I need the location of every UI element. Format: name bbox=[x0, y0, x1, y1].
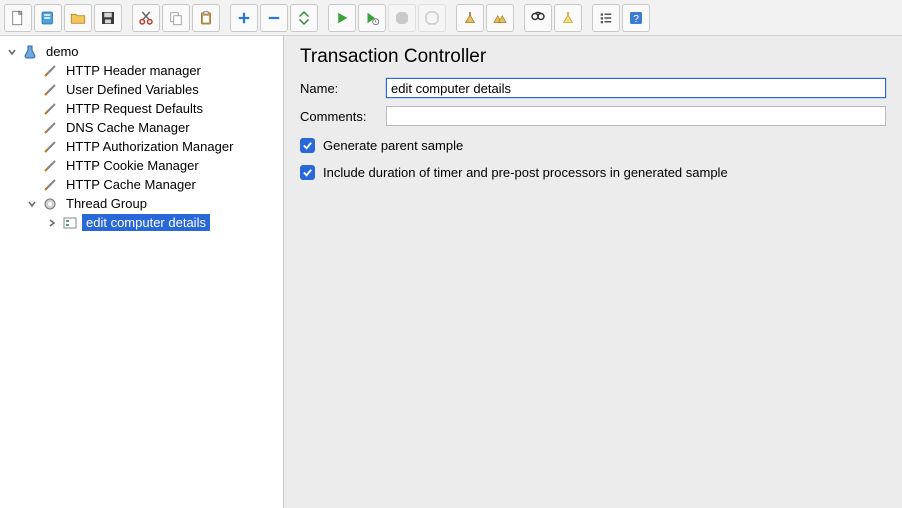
comments-input[interactable] bbox=[386, 106, 886, 126]
toolbar: ? bbox=[0, 0, 902, 36]
comments-label: Comments: bbox=[300, 109, 378, 124]
tree-label: HTTP Cache Manager bbox=[62, 176, 200, 193]
svg-text:?: ? bbox=[633, 12, 639, 24]
tree-item-test-plan[interactable]: demo bbox=[4, 42, 279, 61]
add-button[interactable] bbox=[230, 4, 258, 32]
test-plan-tree[interactable]: demo HTTP Header manager User Defined Va… bbox=[4, 42, 279, 232]
tree-label: DNS Cache Manager bbox=[62, 119, 194, 136]
help-button[interactable]: ? bbox=[622, 4, 650, 32]
wrench-icon bbox=[42, 101, 58, 117]
tree-label: HTTP Authorization Manager bbox=[62, 138, 237, 155]
name-label: Name: bbox=[300, 81, 378, 96]
stop-button[interactable] bbox=[388, 4, 416, 32]
tree-item-config[interactable]: HTTP Header manager bbox=[4, 61, 279, 80]
templates-button[interactable] bbox=[34, 4, 62, 32]
wrench-icon bbox=[42, 120, 58, 136]
panel-title: Transaction Controller bbox=[284, 36, 902, 76]
tree-item-config[interactable]: HTTP Cookie Manager bbox=[4, 156, 279, 175]
tree-label: demo bbox=[42, 43, 83, 60]
search-button[interactable] bbox=[524, 4, 552, 32]
chevron-right-icon[interactable] bbox=[46, 217, 58, 229]
start-button[interactable] bbox=[328, 4, 356, 32]
chevron-down-icon[interactable] bbox=[6, 46, 18, 58]
shutdown-button[interactable] bbox=[418, 4, 446, 32]
wrench-icon bbox=[42, 139, 58, 155]
flask-icon bbox=[22, 44, 38, 60]
start-no-pause-button[interactable] bbox=[358, 4, 386, 32]
save-file-button[interactable] bbox=[94, 4, 122, 32]
tree-item-config[interactable]: HTTP Request Defaults bbox=[4, 99, 279, 118]
tree-item-transaction-controller[interactable]: edit computer details bbox=[4, 213, 279, 232]
tree-item-config[interactable]: User Defined Variables bbox=[4, 80, 279, 99]
chevron-down-icon[interactable] bbox=[26, 198, 38, 210]
clear-all-button[interactable] bbox=[486, 4, 514, 32]
detail-panel: Transaction Controller Name: Comments: G… bbox=[284, 36, 902, 508]
wrench-icon bbox=[42, 158, 58, 174]
open-file-button[interactable] bbox=[64, 4, 92, 32]
wrench-icon bbox=[42, 63, 58, 79]
checkbox-label: Include duration of timer and pre-post p… bbox=[323, 165, 728, 180]
name-row: Name: bbox=[284, 76, 902, 104]
controller-icon bbox=[62, 215, 78, 231]
checkbox-checked-icon[interactable] bbox=[300, 165, 315, 180]
clear-button[interactable] bbox=[456, 4, 484, 32]
gear-icon bbox=[42, 196, 58, 212]
generate-parent-checkbox-row[interactable]: Generate parent sample bbox=[284, 132, 902, 159]
tree-label: HTTP Request Defaults bbox=[62, 100, 207, 117]
wrench-icon bbox=[42, 82, 58, 98]
tree-item-config[interactable]: DNS Cache Manager bbox=[4, 118, 279, 137]
function-helper-button[interactable] bbox=[592, 4, 620, 32]
checkbox-checked-icon[interactable] bbox=[300, 138, 315, 153]
tree-item-thread-group[interactable]: Thread Group bbox=[4, 194, 279, 213]
cut-button[interactable] bbox=[132, 4, 160, 32]
expand-collapse-button[interactable] bbox=[290, 4, 318, 32]
wrench-icon bbox=[42, 177, 58, 193]
tree-panel: demo HTTP Header manager User Defined Va… bbox=[0, 36, 284, 508]
tree-label: edit computer details bbox=[82, 214, 210, 231]
tree-item-config[interactable]: HTTP Cache Manager bbox=[4, 175, 279, 194]
tree-label: User Defined Variables bbox=[62, 81, 203, 98]
tree-label: HTTP Header manager bbox=[62, 62, 205, 79]
tree-label: Thread Group bbox=[62, 195, 151, 212]
name-input[interactable] bbox=[386, 78, 886, 98]
tree-item-config[interactable]: HTTP Authorization Manager bbox=[4, 137, 279, 156]
checkbox-label: Generate parent sample bbox=[323, 138, 463, 153]
remove-button[interactable] bbox=[260, 4, 288, 32]
tree-label: HTTP Cookie Manager bbox=[62, 157, 203, 174]
new-file-button[interactable] bbox=[4, 4, 32, 32]
paste-button[interactable] bbox=[192, 4, 220, 32]
include-duration-checkbox-row[interactable]: Include duration of timer and pre-post p… bbox=[284, 159, 902, 186]
reset-search-button[interactable] bbox=[554, 4, 582, 32]
copy-button[interactable] bbox=[162, 4, 190, 32]
comments-row: Comments: bbox=[284, 104, 902, 132]
